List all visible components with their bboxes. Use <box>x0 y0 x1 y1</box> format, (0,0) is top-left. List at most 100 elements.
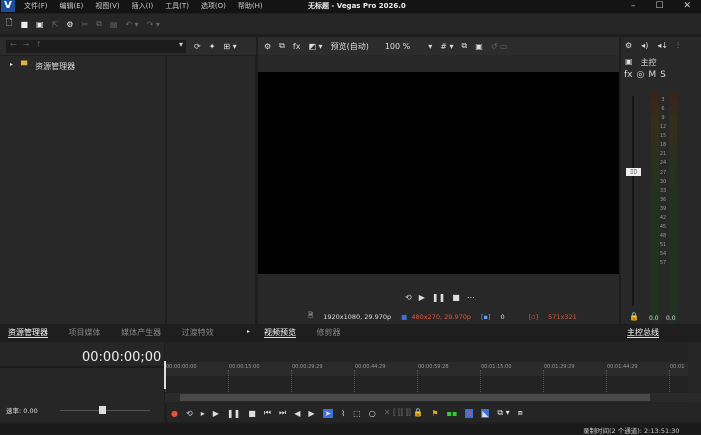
fx-button[interactable]: fx <box>624 70 633 80</box>
normal-edit-tool-icon[interactable]: ➤ <box>322 408 334 418</box>
open-icon[interactable]: ■ <box>20 20 28 29</box>
selection-tool-icon[interactable]: ⬚ <box>353 409 361 418</box>
play-icon[interactable]: ▶ <box>419 293 425 302</box>
explorer-file-list <box>167 56 255 324</box>
menu-file[interactable]: 文件(F) <box>24 0 48 12</box>
tab-explorer[interactable]: 资源管理器 <box>8 328 48 338</box>
loop-icon[interactable]: ⟲ <box>186 409 193 418</box>
prev-frame-icon[interactable]: ◀ <box>294 409 300 418</box>
back-icon[interactable]: ← <box>10 40 17 53</box>
menu-tools[interactable]: 工具(T) <box>165 0 189 12</box>
ignore-grouping-icon[interactable]: ⧈ <box>518 408 523 418</box>
new-icon[interactable]: 🗋 <box>6 17 12 31</box>
go-to-start-icon[interactable]: ⏮ <box>264 408 271 418</box>
stop-icon[interactable]: ■ <box>248 409 256 418</box>
minimize-button[interactable]: – <box>631 0 636 12</box>
play-icon[interactable]: ▶ <box>213 409 219 418</box>
edit-tools-disabled: ✕ ⫿ ⫿⫿ ⫿⫿ 🔒 <box>383 408 424 417</box>
region-icon[interactable]: ▪▪ <box>447 409 458 418</box>
play-from-start-icon[interactable]: ▸ <box>201 409 205 418</box>
tab-scroll-icon[interactable]: ▸ <box>247 328 250 335</box>
downmix-icon[interactable]: ◂) <box>641 41 648 51</box>
next-frame-icon[interactable]: ▶ <box>308 409 314 418</box>
envelope-tool-icon[interactable]: ⌇ <box>341 409 345 418</box>
rate-label: 速率: 0.00 <box>6 407 38 415</box>
refresh-icon[interactable]: ⟳ <box>194 42 201 51</box>
disabled-icon: ↺ ▭ <box>490 41 508 51</box>
lock-envelopes-icon[interactable]: ⧉ ▾ <box>497 408 509 418</box>
meter-scale-label: 51 <box>659 242 667 248</box>
paste-icon[interactable]: ▤ <box>110 20 118 29</box>
record-icon[interactable]: ● <box>171 409 178 418</box>
volume-slider-track[interactable] <box>632 96 634 306</box>
settings-icon[interactable]: ⚙ <box>264 42 271 51</box>
lock-icon[interactable]: 🔒 <box>629 312 639 321</box>
meter-scale-label: 57 <box>659 260 667 267</box>
tree-item-explorer[interactable]: ▸ ▀ 资源管理器 <box>0 56 165 72</box>
playhead[interactable] <box>164 361 166 389</box>
chevron-down-icon[interactable]: ▾ <box>428 42 432 51</box>
menu-edit[interactable]: 编辑(E) <box>60 0 84 12</box>
up-icon[interactable]: ↑ <box>35 40 42 53</box>
menu-help[interactable]: 帮助(H) <box>238 0 263 12</box>
scrollbar-thumb[interactable] <box>180 394 650 401</box>
save-icon[interactable]: ▣ <box>36 20 44 29</box>
more-icon[interactable]: ⋯ <box>467 293 475 302</box>
copy-snapshot-icon[interactable]: ⧉ <box>462 41 468 51</box>
automation-icon[interactable]: ◎ <box>637 70 645 80</box>
solo-button[interactable]: S <box>660 70 666 80</box>
rate-slider-handle[interactable] <box>99 406 106 414</box>
meter-scale-label: 48 <box>659 232 667 239</box>
views-icon[interactable]: ⊞ ▾ <box>223 42 236 51</box>
go-to-end-icon[interactable]: ⏭ <box>279 408 286 418</box>
maximize-button[interactable]: ☐ <box>655 0 663 12</box>
preview-quality-dropdown[interactable]: 预览(自动) <box>331 41 369 52</box>
tab-project-media[interactable]: 项目媒体 <box>69 328 101 337</box>
timeline-ruler[interactable]: 00:00:00:00 00:00:15:00 00:00:29:29 00:00:4… <box>165 362 688 400</box>
copy-icon[interactable]: ⧉ <box>96 19 102 29</box>
explorer-path-field[interactable]: ← → ↑ ▾ <box>6 39 186 53</box>
fx-icon[interactable]: fx <box>293 42 301 51</box>
grid-icon[interactable]: # ▾ <box>440 42 453 51</box>
menu-view[interactable]: 视图(V) <box>95 0 119 12</box>
display-size-icon: [▫] <box>528 312 539 321</box>
mute-button[interactable]: M <box>648 70 656 80</box>
external-monitor-icon[interactable]: ⧉ <box>279 41 285 51</box>
tab-media-generators[interactable]: 媒体产生器 <box>121 328 161 337</box>
split-screen-icon[interactable]: ◩ ▾ <box>308 42 322 51</box>
dim-icon[interactable]: ◂↓ <box>657 41 668 51</box>
render-icon[interactable]: ⇱ <box>52 20 59 29</box>
menu-insert[interactable]: 插入(I) <box>132 0 154 12</box>
save-snapshot-icon[interactable]: ▣ <box>475 42 483 51</box>
close-button[interactable]: ✕ <box>683 0 691 12</box>
zoom-tool-icon[interactable]: ○ <box>369 409 376 418</box>
forward-icon[interactable]: → <box>23 40 30 53</box>
snapping-icon[interactable]: ∩ <box>465 408 474 418</box>
menu-options[interactable]: 选项(O) <box>201 0 226 12</box>
ruler-label: 00:01 <box>670 364 685 370</box>
tab-video-preview[interactable]: 视频预览 <box>264 328 296 338</box>
tab-trimmer[interactable]: 修剪器 <box>317 328 341 337</box>
volume-fader-handle[interactable]: ▯▯ <box>626 168 641 176</box>
favorites-icon[interactable]: ✦ <box>209 42 216 51</box>
window-title: 无标题 - Vegas Pro 2026.0 <box>308 2 406 10</box>
chevron-down-icon[interactable]: ▾ <box>179 40 183 53</box>
undo-icon[interactable]: ↶ ▾ <box>125 20 138 29</box>
ruler-label: 00:01:15:00 <box>481 364 512 370</box>
pause-icon[interactable]: ❚❚ <box>227 409 240 418</box>
pause-icon[interactable]: ❚❚ <box>432 293 445 302</box>
tab-transitions[interactable]: 过渡特效 <box>182 328 214 337</box>
tab-master-bus[interactable]: 主控总线 <box>627 328 659 338</box>
master-icon: ▣ <box>625 57 633 66</box>
zoom-dropdown[interactable]: 100 % <box>385 42 410 51</box>
meter-scale-label: 3 <box>661 97 665 103</box>
stop-icon[interactable]: ■ <box>452 293 460 302</box>
redo-icon[interactable]: ↷ ▾ <box>147 20 160 29</box>
cut-icon[interactable]: ✂ <box>81 20 88 29</box>
marker-icon[interactable]: ⚑ <box>431 409 438 418</box>
settings-icon[interactable]: ⚙ <box>625 41 632 51</box>
settings-icon[interactable]: ⚙ <box>66 20 73 29</box>
loop-icon[interactable]: ⟲ <box>405 293 412 302</box>
auto-ripple-icon[interactable]: ◣ <box>481 408 490 418</box>
faders-icon[interactable]: ⫶ <box>677 41 679 51</box>
